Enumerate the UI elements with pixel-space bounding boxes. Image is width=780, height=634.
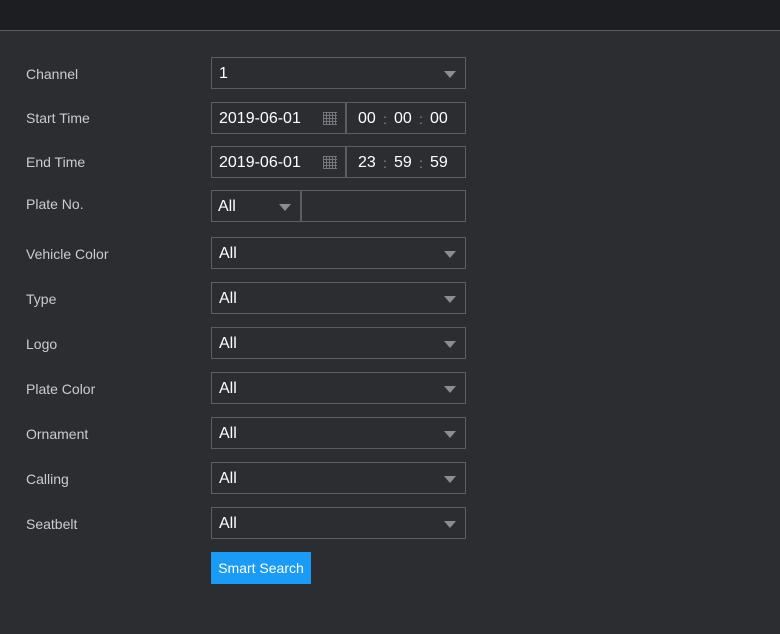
- channel-label: Channel: [26, 66, 79, 82]
- chevron-down-icon: [444, 431, 456, 438]
- time-separator: :: [383, 155, 387, 171]
- time-separator: :: [419, 155, 423, 171]
- ornament-select[interactable]: All: [211, 417, 466, 449]
- seatbelt-label: Seatbelt: [26, 516, 78, 532]
- type-label: Type: [26, 291, 57, 307]
- ornament-label: Ornament: [26, 426, 89, 442]
- chevron-down-icon: [279, 204, 291, 211]
- calling-select[interactable]: All: [211, 462, 466, 494]
- end-date-value: 2019-06-01: [219, 154, 301, 171]
- plate-no-value: All: [218, 198, 236, 215]
- start-minute[interactable]: 00: [394, 110, 412, 128]
- time-separator: :: [419, 111, 423, 127]
- vehicle-color-value: All: [219, 245, 237, 262]
- chevron-down-icon: [444, 476, 456, 483]
- time-separator: :: [383, 111, 387, 127]
- logo-label: Logo: [26, 336, 58, 352]
- ornament-value: All: [219, 425, 237, 442]
- start-date-input[interactable]: 2019-06-01: [211, 102, 346, 134]
- calendar-icon[interactable]: [323, 112, 337, 125]
- logo-select[interactable]: All: [211, 327, 466, 359]
- end-minute[interactable]: 59: [394, 154, 412, 172]
- seatbelt-value: All: [219, 515, 237, 532]
- end-hour[interactable]: 23: [358, 154, 376, 172]
- chevron-down-icon: [444, 341, 456, 348]
- start-hour[interactable]: 00: [358, 110, 376, 128]
- calling-label: Calling: [26, 471, 69, 487]
- end-time-input[interactable]: 23 : 59 : 59: [346, 146, 466, 178]
- channel-select[interactable]: 1: [211, 57, 466, 89]
- start-date-value: 2019-06-01: [219, 110, 301, 127]
- chevron-down-icon: [444, 296, 456, 303]
- type-value: All: [219, 290, 237, 307]
- vehicle-color-select[interactable]: All: [211, 237, 466, 269]
- start-time-input[interactable]: 00 : 00 : 00: [346, 102, 466, 134]
- plate-no-input[interactable]: [301, 190, 466, 222]
- smart-search-button[interactable]: Smart Search: [211, 552, 311, 584]
- calendar-icon[interactable]: [323, 156, 337, 169]
- end-time-label: End Time: [26, 154, 86, 170]
- start-second[interactable]: 00: [430, 110, 448, 128]
- plate-no-select[interactable]: All: [211, 190, 301, 222]
- top-bar: [0, 0, 780, 31]
- plate-no-label: Plate No.: [26, 196, 84, 212]
- plate-color-label: Plate Color: [26, 381, 96, 397]
- end-second[interactable]: 59: [430, 154, 448, 172]
- chevron-down-icon: [444, 386, 456, 393]
- channel-value: 1: [219, 65, 228, 82]
- type-select[interactable]: All: [211, 282, 466, 314]
- chevron-down-icon: [444, 251, 456, 258]
- chevron-down-icon: [444, 521, 456, 528]
- vehicle-color-label: Vehicle Color: [26, 246, 109, 262]
- seatbelt-select[interactable]: All: [211, 507, 466, 539]
- chevron-down-icon: [444, 71, 456, 78]
- calling-value: All: [219, 470, 237, 487]
- plate-color-select[interactable]: All: [211, 372, 466, 404]
- start-time-label: Start Time: [26, 110, 90, 126]
- plate-color-value: All: [219, 380, 237, 397]
- end-date-input[interactable]: 2019-06-01: [211, 146, 346, 178]
- logo-value: All: [219, 335, 237, 352]
